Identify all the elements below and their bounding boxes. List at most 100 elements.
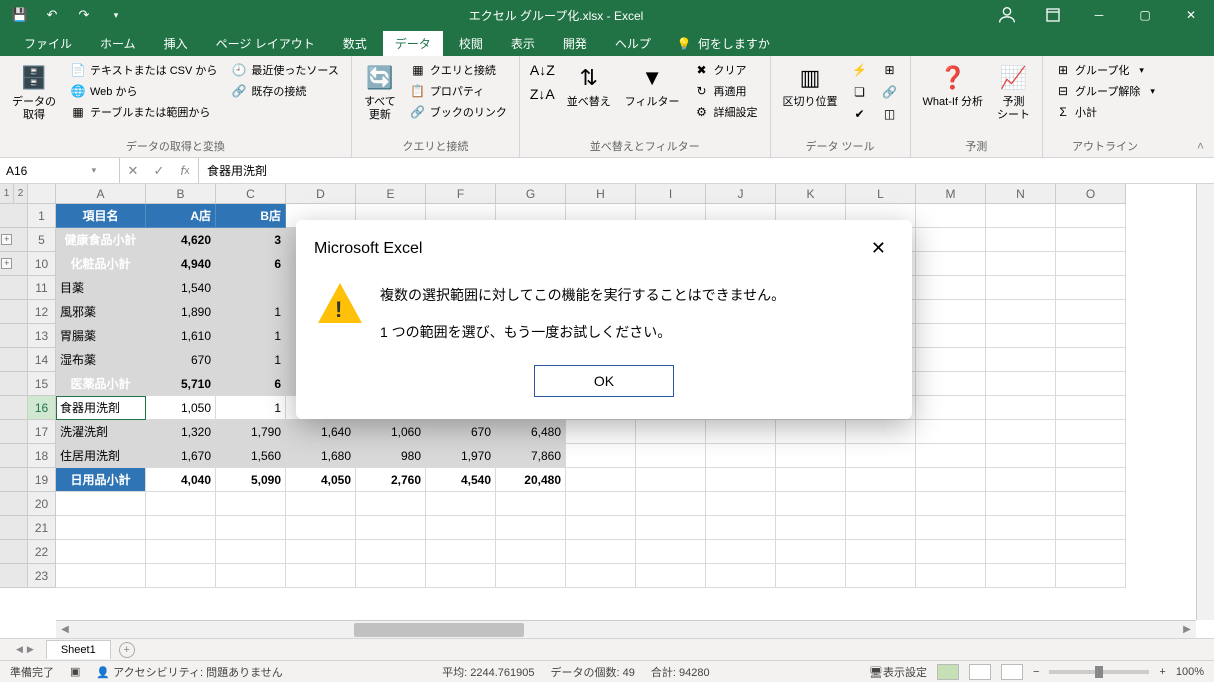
tell-me[interactable]: 💡 何をしますか	[667, 31, 780, 56]
cell[interactable]	[986, 372, 1056, 396]
cell[interactable]	[986, 516, 1056, 540]
cell[interactable]	[286, 516, 356, 540]
insert-function-button[interactable]: fx	[172, 163, 198, 178]
column-header[interactable]: D	[286, 184, 356, 204]
cell[interactable]: 湿布薬	[56, 348, 146, 372]
cell[interactable]	[636, 492, 706, 516]
row-header[interactable]: 1	[28, 204, 56, 228]
consolidate-button[interactable]: ⊞	[878, 60, 902, 80]
row-header[interactable]: 15	[28, 372, 56, 396]
from-text-csv-button[interactable]: 📄テキストまたは CSV から	[66, 60, 221, 80]
queries-connections-button[interactable]: ▦クエリと接続	[406, 60, 511, 80]
column-header[interactable]: H	[566, 184, 636, 204]
cell[interactable]: 4,040	[146, 468, 216, 492]
filter-button[interactable]: ▼フィルター	[621, 60, 684, 111]
expand-group-button[interactable]: +	[1, 258, 12, 269]
cell[interactable]	[846, 540, 916, 564]
cell[interactable]	[916, 492, 986, 516]
cell[interactable]	[566, 468, 636, 492]
cell[interactable]	[1056, 420, 1126, 444]
sort-asc-button[interactable]: A↓Z	[528, 60, 557, 80]
cell[interactable]: 健康食品小計	[56, 228, 146, 252]
cell[interactable]	[986, 420, 1056, 444]
outline-level-1[interactable]: 1	[0, 184, 14, 203]
cell[interactable]: 1,540	[146, 276, 216, 300]
cell[interactable]	[776, 540, 846, 564]
cell[interactable]: 7,860	[496, 444, 566, 468]
cell[interactable]	[916, 300, 986, 324]
cell[interactable]	[846, 516, 916, 540]
cell[interactable]	[636, 540, 706, 564]
tab-page-layout[interactable]: ページ レイアウト	[204, 31, 327, 56]
what-if-button[interactable]: ❓What-If 分析	[919, 60, 988, 111]
cell[interactable]	[1056, 324, 1126, 348]
cell[interactable]: 5,090	[216, 468, 286, 492]
cell[interactable]: 980	[356, 444, 426, 468]
cell[interactable]	[986, 324, 1056, 348]
ok-button[interactable]: OK	[534, 365, 674, 397]
cell[interactable]: 1,060	[356, 420, 426, 444]
tab-help[interactable]: ヘルプ	[603, 31, 663, 56]
tab-formulas[interactable]: 数式	[331, 31, 379, 56]
cell[interactable]	[566, 492, 636, 516]
cell[interactable]	[1056, 300, 1126, 324]
column-header[interactable]: I	[636, 184, 706, 204]
cell[interactable]	[706, 516, 776, 540]
macro-record-icon[interactable]: ▣	[70, 665, 80, 678]
column-header[interactable]: E	[356, 184, 426, 204]
cell[interactable]: 1,050	[146, 396, 216, 420]
cell[interactable]: A店	[146, 204, 216, 228]
column-header[interactable]: O	[1056, 184, 1126, 204]
reapply-button[interactable]: ↻再適用	[690, 81, 762, 101]
subtotal-button[interactable]: Σ小計	[1051, 102, 1159, 122]
cell[interactable]	[356, 492, 426, 516]
cell[interactable]	[216, 492, 286, 516]
horizontal-scrollbar[interactable]: ◀ ▶	[56, 620, 1196, 638]
cell[interactable]	[846, 492, 916, 516]
cell[interactable]	[566, 516, 636, 540]
cell[interactable]: 1	[216, 300, 286, 324]
cell[interactable]	[986, 276, 1056, 300]
cell[interactable]: 1	[216, 396, 286, 420]
cell[interactable]	[706, 492, 776, 516]
existing-connections-button[interactable]: 🔗既存の接続	[227, 81, 342, 101]
cell[interactable]: 6	[216, 372, 286, 396]
cell[interactable]: 5,710	[146, 372, 216, 396]
cell[interactable]	[636, 516, 706, 540]
redo-button[interactable]: ↷	[72, 3, 96, 27]
cell[interactable]: 食器用洗剤	[56, 396, 146, 420]
cell[interactable]	[356, 540, 426, 564]
cell[interactable]: 1,320	[146, 420, 216, 444]
cell[interactable]: 4,620	[146, 228, 216, 252]
account-icon[interactable]	[984, 0, 1030, 30]
cell[interactable]	[1056, 444, 1126, 468]
qat-more-icon[interactable]: ▾	[104, 3, 128, 27]
cell[interactable]	[636, 420, 706, 444]
select-all-corner[interactable]: 1 2	[0, 184, 56, 204]
column-header[interactable]: M	[916, 184, 986, 204]
cell[interactable]	[986, 348, 1056, 372]
cell[interactable]	[846, 444, 916, 468]
cell[interactable]	[1056, 564, 1126, 588]
minimize-button[interactable]: ─	[1076, 0, 1122, 30]
cell[interactable]	[916, 348, 986, 372]
cell[interactable]	[916, 324, 986, 348]
cell[interactable]	[916, 444, 986, 468]
cell[interactable]	[356, 516, 426, 540]
cell[interactable]: 670	[426, 420, 496, 444]
row-header[interactable]: 22	[28, 540, 56, 564]
cell[interactable]	[706, 420, 776, 444]
cell[interactable]	[986, 564, 1056, 588]
cell[interactable]: 2,760	[356, 468, 426, 492]
cell[interactable]	[146, 564, 216, 588]
cell[interactable]	[1056, 204, 1126, 228]
page-break-view-button[interactable]	[1001, 664, 1023, 680]
sort-desc-button[interactable]: Z↓A	[528, 84, 557, 104]
cell[interactable]	[986, 300, 1056, 324]
recent-sources-button[interactable]: 🕘最近使ったソース	[227, 60, 342, 80]
scroll-left-icon[interactable]: ◀	[56, 624, 74, 635]
column-header[interactable]: C	[216, 184, 286, 204]
cell[interactable]	[776, 420, 846, 444]
from-web-button[interactable]: 🌐Web から	[66, 81, 221, 101]
column-header[interactable]: J	[706, 184, 776, 204]
